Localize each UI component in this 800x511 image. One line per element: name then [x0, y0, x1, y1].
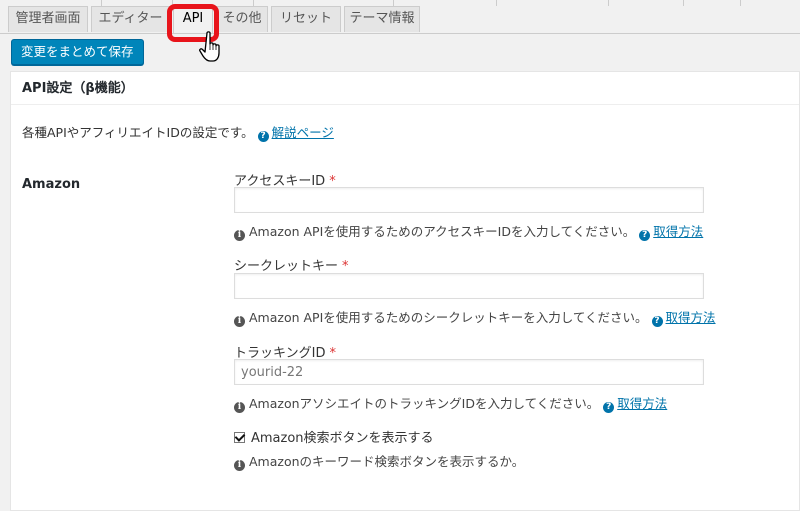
secret-key-help-text: Amazon APIを使用するためのシークレットキーを入力してください。: [249, 310, 648, 325]
access-key-howto-link[interactable]: 取得方法: [653, 224, 703, 239]
tab-reset[interactable]: リセット: [271, 6, 341, 32]
save-all-button[interactable]: 変更をまとめて保存: [11, 39, 144, 65]
secret-key-input[interactable]: [234, 273, 704, 299]
info-icon: i: [234, 316, 245, 327]
hand-pointer-icon: [199, 31, 220, 62]
guide-page-link[interactable]: 解説ページ: [272, 125, 334, 140]
amazon-search-button-option[interactable]: Amazon検索ボタンを表示する: [234, 427, 434, 446]
tracking-id-description: i AmazonアソシエイトのトラッキングIDを入力してください。? 取得方法: [234, 393, 667, 413]
help-icon: ?: [603, 402, 615, 413]
info-icon: i: [234, 230, 245, 241]
search-button-description: i Amazonのキーワード検索ボタンを表示するか。: [234, 451, 524, 471]
secret-key-howto-link[interactable]: 取得方法: [666, 310, 716, 325]
amazon-search-button-label: Amazon検索ボタンを表示する: [251, 431, 434, 446]
secret-key-label: シークレットキー *: [234, 255, 349, 274]
access-key-description: i Amazon APIを使用するためのアクセスキーIDを入力してください。? 取得…: [234, 221, 703, 241]
help-icon: ?: [639, 230, 651, 241]
panel-intro: 各種APIやアフィリエイトIDの設定です。? 解説ページ: [22, 122, 334, 142]
panel-title: API設定（β機能）: [11, 72, 799, 105]
api-settings-panel: API設定（β機能） 各種APIやアフィリエイトIDの設定です。? 解説ページ A…: [10, 71, 800, 511]
search-button-help-text: Amazonのキーワード検索ボタンを表示するか。: [249, 454, 525, 469]
tracking-id-help-text: AmazonアソシエイトのトラッキングIDを入力してください。: [249, 396, 600, 411]
secret-key-description: i Amazon APIを使用するためのシークレットキーを入力してください。? 取得…: [234, 307, 716, 327]
tracking-id-howto-link[interactable]: 取得方法: [617, 396, 667, 411]
tab-editor[interactable]: エディター: [91, 6, 170, 32]
help-icon: ?: [257, 131, 269, 142]
help-icon: ?: [651, 316, 663, 327]
tab-other[interactable]: その他: [216, 6, 268, 32]
section-label-amazon: Amazon: [22, 177, 81, 192]
required-mark: *: [342, 259, 349, 274]
tracking-id-input[interactable]: [234, 359, 704, 385]
tab-theme-info[interactable]: テーマ情報: [344, 6, 420, 32]
secret-key-label-text: シークレットキー: [234, 259, 339, 274]
info-icon: i: [234, 460, 245, 471]
settings-tab-bar: 管理者画面 エディター API その他 リセット テーマ情報: [0, 6, 800, 34]
info-icon: i: [234, 402, 245, 413]
access-key-input[interactable]: [234, 187, 704, 213]
access-key-help-text: Amazon APIを使用するためのアクセスキーIDを入力してください。: [249, 224, 636, 239]
intro-text: 各種APIやアフィリエイトIDの設定です。: [22, 125, 254, 140]
amazon-search-button-checkbox[interactable]: [234, 432, 245, 443]
tab-admin[interactable]: 管理者画面: [8, 6, 88, 32]
